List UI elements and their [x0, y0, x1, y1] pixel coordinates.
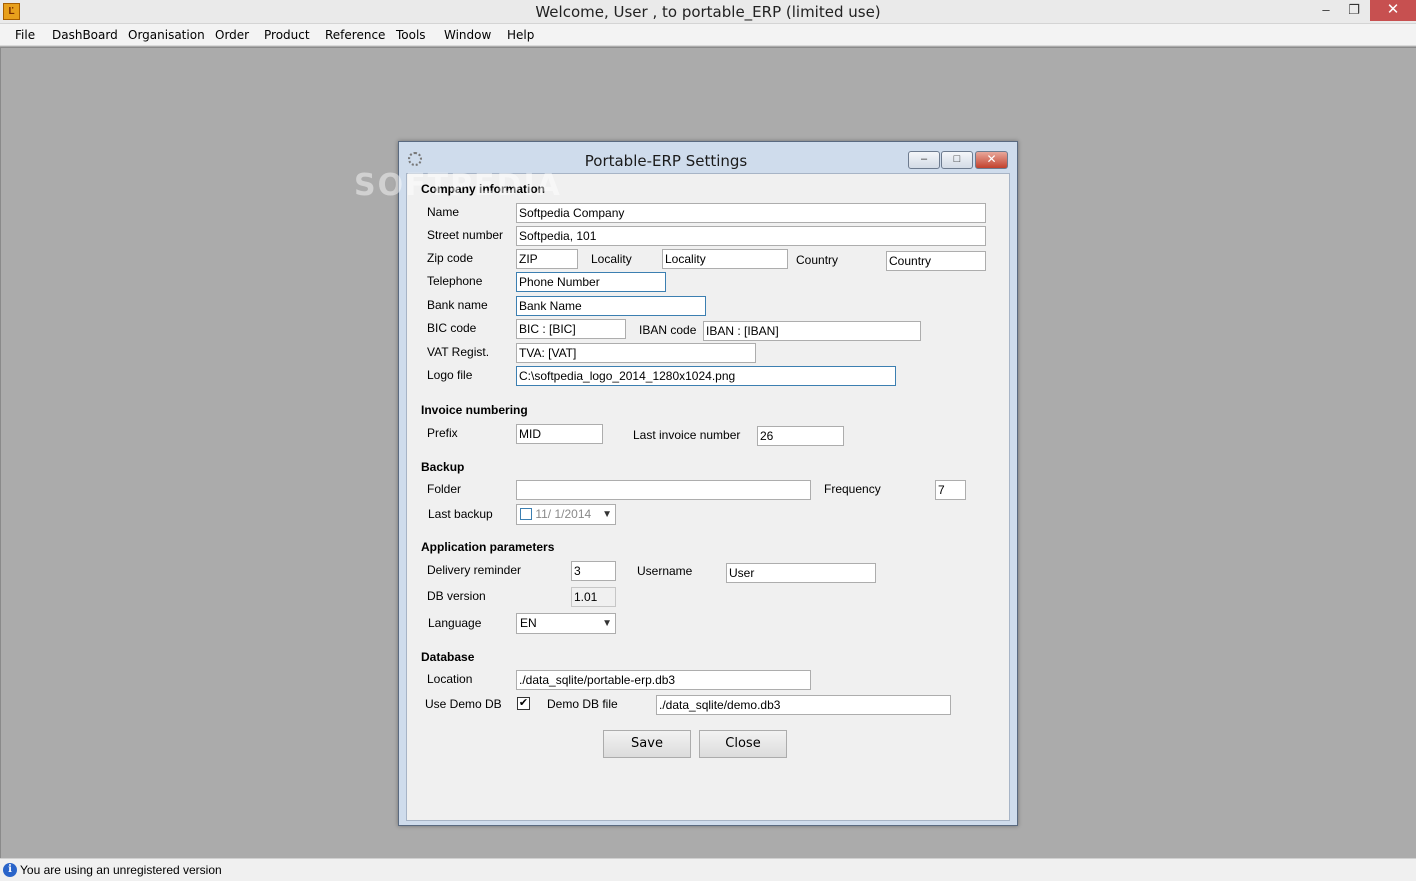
menu-reference[interactable]: Reference	[325, 24, 385, 46]
locality-input[interactable]: Locality	[662, 249, 788, 269]
locality-label: Locality	[591, 252, 632, 266]
vat-label: VAT Regist.	[427, 345, 490, 359]
window-title: Welcome, User , to portable_ERP (limited…	[535, 3, 881, 21]
backup-folder-input[interactable]	[516, 480, 811, 500]
restore-button[interactable]: ❐	[1340, 0, 1368, 21]
info-icon: i	[3, 863, 17, 877]
last-backup-date-picker[interactable]: 11/ 1/2014 ▼	[516, 504, 616, 525]
dialog-maximize-button[interactable]: □	[941, 151, 973, 169]
dialog-minimize-button[interactable]: –	[908, 151, 940, 169]
demo-db-file-input[interactable]: ./data_sqlite/demo.db3	[656, 695, 951, 715]
logo-file-input[interactable]: C:\softpedia_logo_2014_1280x1024.png	[516, 366, 896, 386]
name-label: Name	[427, 205, 460, 219]
menu-dashboard[interactable]: DashBoard	[52, 24, 118, 46]
prefix-label: Prefix	[427, 426, 458, 440]
section-invoice: Invoice numbering	[421, 403, 528, 417]
language-label: Language	[428, 616, 482, 630]
frequency-label: Frequency	[824, 482, 881, 496]
bank-name-input[interactable]: Bank Name	[516, 296, 706, 316]
username-input[interactable]: User	[726, 563, 876, 583]
main-title-bar: Ľ Welcome, User , to portable_ERP (limit…	[0, 0, 1416, 24]
dialog-close-button[interactable]: ✕	[975, 151, 1008, 169]
menu-file[interactable]: File	[15, 24, 35, 46]
menu-window[interactable]: Window	[444, 24, 491, 46]
db-location-input[interactable]: ./data_sqlite/portable-erp.db3	[516, 670, 811, 690]
username-label: Username	[637, 564, 693, 578]
last-backup-date-text: 11/ 1/2014	[535, 507, 592, 521]
db-version-field: 1.01	[571, 587, 616, 607]
telephone-label: Telephone	[427, 274, 483, 288]
minimize-button[interactable]: ‒	[1312, 0, 1340, 21]
country-input[interactable]: Country	[886, 251, 986, 271]
iban-label: IBAN code	[639, 323, 697, 337]
chevron-down-icon[interactable]: ▼	[602, 614, 612, 633]
delivery-reminder-label: Delivery reminder	[427, 563, 522, 577]
delivery-reminder-input[interactable]: 3	[571, 561, 616, 581]
chevron-down-icon[interactable]: ▼	[602, 505, 612, 524]
language-value: EN	[520, 616, 537, 630]
menu-help[interactable]: Help	[507, 24, 534, 46]
save-button[interactable]: Save	[603, 730, 691, 758]
bic-input[interactable]: BIC : [BIC]	[516, 319, 626, 339]
folder-label: Folder	[427, 482, 462, 496]
section-app-params: Application parameters	[421, 540, 555, 554]
close-window-button[interactable]: ✕	[1370, 0, 1416, 21]
logo-file-label: Logo file	[427, 368, 473, 382]
street-label: Street number	[427, 228, 504, 242]
menu-organisation[interactable]: Organisation	[128, 24, 205, 46]
company-name-input[interactable]: Softpedia Company	[516, 203, 986, 223]
language-select[interactable]: EN ▼	[516, 613, 616, 634]
last-backup-checkbox[interactable]	[520, 508, 532, 520]
use-demo-db-label: Use Demo DB	[425, 697, 502, 711]
menu-tools[interactable]: Tools	[396, 24, 426, 46]
dialog-content: Company information Name Softpedia Compa…	[406, 173, 1010, 821]
menu-order[interactable]: Order	[215, 24, 249, 46]
section-backup: Backup	[421, 460, 465, 474]
bank-name-label: Bank name	[427, 298, 488, 312]
status-bar: i You are using an unregistered version	[0, 858, 1416, 881]
vat-input[interactable]: TVA: [VAT]	[516, 343, 756, 363]
demo-db-file-label: Demo DB file	[547, 697, 618, 711]
close-button[interactable]: Close	[699, 730, 787, 758]
location-label: Location	[427, 672, 473, 686]
zip-label: Zip code	[427, 251, 474, 265]
menu-bar: File DashBoard Organisation Order Produc…	[0, 24, 1416, 46]
section-database: Database	[421, 650, 475, 664]
last-invoice-input[interactable]: 26	[757, 426, 844, 446]
status-text: You are using an unregistered version	[20, 863, 222, 877]
db-version-label: DB version	[427, 589, 486, 603]
bic-label: BIC code	[427, 321, 477, 335]
telephone-input[interactable]: Phone Number	[516, 272, 666, 292]
menu-product[interactable]: Product	[264, 24, 310, 46]
last-invoice-label: Last invoice number	[633, 428, 741, 442]
frequency-input[interactable]: 7	[935, 480, 966, 500]
street-input[interactable]: Softpedia, 101	[516, 226, 986, 246]
country-label: Country	[796, 253, 839, 267]
watermark-logo: SOFTPEDIA	[354, 168, 562, 203]
zip-input[interactable]: ZIP	[516, 249, 578, 269]
settings-dialog: Portable-ERP Settings – □ ✕ Company info…	[398, 141, 1018, 826]
prefix-input[interactable]: MID	[516, 424, 603, 444]
iban-input[interactable]: IBAN : [IBAN]	[703, 321, 921, 341]
use-demo-db-checkbox[interactable]: ✔	[517, 697, 530, 710]
last-backup-label: Last backup	[428, 507, 493, 521]
